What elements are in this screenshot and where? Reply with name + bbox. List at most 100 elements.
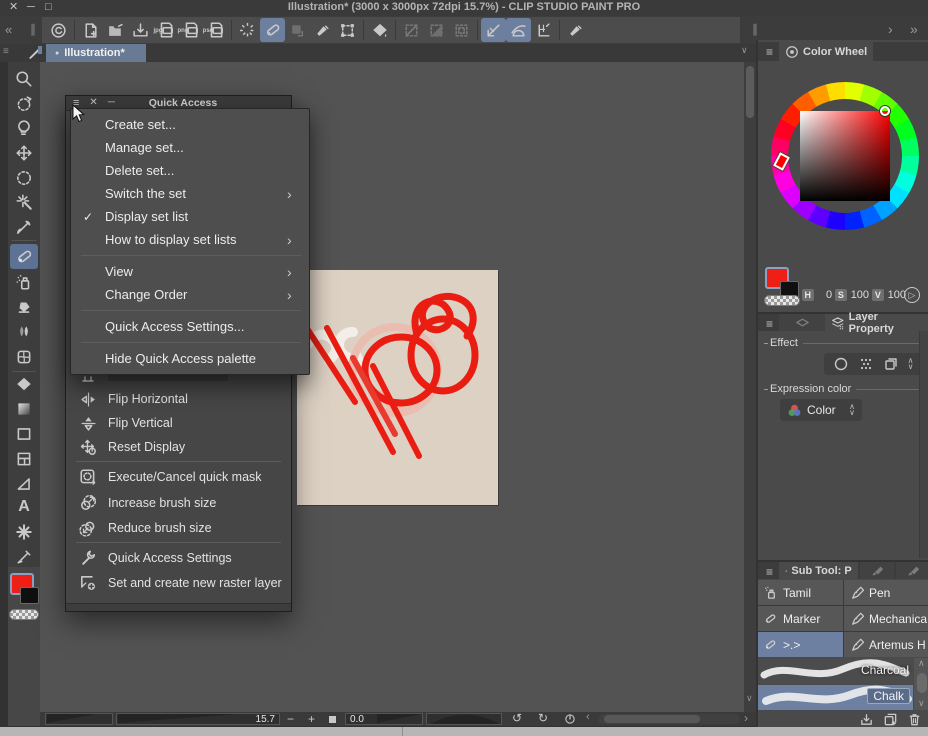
zoom-100-button[interactable] <box>329 716 336 723</box>
subtool-artemus[interactable]: Artemus H <box>844 632 928 657</box>
tab-color-wheel[interactable]: Color Wheel <box>779 42 874 61</box>
layer-color-effect-button[interactable] <box>883 356 899 372</box>
save-button[interactable] <box>128 18 153 42</box>
tool-figure[interactable] <box>15 425 33 443</box>
selection-indicator-button[interactable] <box>285 18 310 42</box>
tool-frame-border[interactable] <box>15 450 33 468</box>
tab-row-menu-icon[interactable]: ≡ <box>3 47 9 57</box>
canvas-vscrollbar[interactable]: ∨ <box>744 62 756 712</box>
tool-polyline[interactable] <box>15 475 33 493</box>
menu-item-qa-settings[interactable]: Quick Access Settings... <box>71 315 309 338</box>
export-jpg-button[interactable]: jpg <box>153 18 178 42</box>
zoom-in-button[interactable]: + <box>308 713 315 725</box>
tool-eyedropper[interactable] <box>15 218 33 236</box>
toolbar-drag-handle-icon[interactable]: ∥ <box>30 23 36 35</box>
sv-marker[interactable] <box>880 106 890 116</box>
menu-item-delete-set[interactable]: Delete set... <box>71 159 309 182</box>
vector-eraser-button[interactable] <box>563 18 588 42</box>
palette-minimize-icon[interactable]: ─ <box>108 98 115 108</box>
tone-effect-button[interactable] <box>858 356 874 372</box>
hscroll-right-icon[interactable]: › <box>744 712 748 724</box>
effect-spinner-icon[interactable]: ∧ ∨ <box>908 357 914 370</box>
menu-item-switch-the-set[interactable]: Switch the set › <box>71 182 309 205</box>
panel-menu-icon[interactable]: ≡ <box>766 318 773 331</box>
subtool-scroll-thumb[interactable] <box>917 673 927 693</box>
reset-rotation-icon[interactable] <box>564 713 576 725</box>
transparent-color-swatch[interactable] <box>9 609 39 620</box>
vscroll-thumb[interactable] <box>746 66 754 118</box>
tab-sub-tool[interactable]: Sub Tool: P <box>779 562 858 579</box>
panel-menu-icon[interactable]: ≡ <box>766 46 773 61</box>
menu-item-change-order[interactable]: Change Order › <box>71 283 309 306</box>
toolbar-overflow-chevrons-icon[interactable]: » <box>910 22 918 36</box>
new-canvas-button[interactable] <box>78 18 103 42</box>
selection-border-button[interactable] <box>449 18 474 42</box>
tab-layer-property[interactable]: Layer Property <box>825 311 928 335</box>
invert-selection-button[interactable] <box>424 18 449 42</box>
brush-row-charcoal[interactable]: Charcoal <box>758 658 913 684</box>
tool-text[interactable]: A <box>15 498 33 516</box>
hscroll-thumb[interactable] <box>604 715 700 723</box>
tab-layer[interactable] <box>779 314 826 331</box>
tool-operation[interactable] <box>15 119 33 137</box>
list-item-flip-vertical[interactable]: Flip Vertical <box>66 411 291 435</box>
tool-balloon[interactable] <box>15 523 33 541</box>
menu-item-view[interactable]: View › <box>71 260 309 283</box>
subtool-mechanical[interactable]: Mechanica <box>844 606 928 631</box>
list-item-increase-brush[interactable]: Increase brush size <box>66 490 291 516</box>
subtool-selected[interactable]: >.> <box>758 632 843 657</box>
subtool-scroll-up-icon[interactable]: ∧ <box>918 659 925 668</box>
canvas-hscrollbar[interactable] <box>598 714 740 724</box>
tool-auto-select[interactable] <box>15 193 33 211</box>
export-psd-button[interactable]: psd <box>203 18 228 42</box>
tool-gradient[interactable] <box>15 400 33 418</box>
redo-button[interactable]: ↻ <box>538 712 548 724</box>
border-effect-button[interactable] <box>833 356 849 372</box>
brush-row-chalk[interactable]: Chalk <box>758 685 913 710</box>
sv-square[interactable] <box>800 111 890 201</box>
vscroll-down-icon[interactable]: ∨ <box>746 694 753 703</box>
deselect-button[interactable] <box>399 18 424 42</box>
toolbar-overflow-chevron-icon[interactable]: › <box>888 22 893 36</box>
list-item-flip-horizontal[interactable]: Flip Horizontal <box>66 387 291 411</box>
delete-sub-tool-button[interactable] <box>907 712 922 727</box>
palette-close-icon[interactable]: ✕ <box>89 98 97 108</box>
snap-to-special-ruler-button[interactable] <box>506 18 531 42</box>
expression-color-dropdown[interactable]: Color ∧ ∨ <box>780 399 862 421</box>
snap-to-grid-button[interactable] <box>531 18 556 42</box>
fill-button[interactable] <box>367 18 392 42</box>
tool-move[interactable] <box>15 144 33 162</box>
hscroll-left-icon[interactable]: ‹ <box>586 712 590 723</box>
tool-selection[interactable] <box>15 169 33 187</box>
open-file-button[interactable] <box>103 18 128 42</box>
tab-sub-tool-2[interactable] <box>859 562 894 579</box>
subtool-pen[interactable]: Pen <box>844 580 928 605</box>
sub-color-swatch[interactable] <box>20 587 39 604</box>
zoom-slider-field[interactable]: 15.7 <box>116 713 280 725</box>
zoom-out-button[interactable]: − <box>287 713 294 725</box>
menu-item-hide-palette[interactable]: Hide Quick Access palette <box>71 347 309 370</box>
subtool-tamil[interactable]: Tamil <box>758 580 843 605</box>
duplicate-sub-tool-button[interactable] <box>883 712 898 727</box>
menu-item-how-to-display[interactable]: How to display set lists › <box>71 228 309 251</box>
tool-liquify[interactable] <box>15 348 33 366</box>
canvas-tab[interactable]: ● Illustration* <box>46 44 146 62</box>
panel-collapse-chevron-icon[interactable]: ∨ <box>741 46 748 55</box>
subtool-marker[interactable]: Marker <box>758 606 843 631</box>
list-item-reduce-brush[interactable]: Reduce brush size <box>66 516 291 540</box>
marker-tool-toolbar-button[interactable] <box>260 18 285 42</box>
navigator-preview[interactable] <box>45 713 113 725</box>
transform-button[interactable] <box>335 18 360 42</box>
toolbar-collapse-icon[interactable]: « <box>5 23 12 36</box>
subtool-scroll-down-icon[interactable]: ∨ <box>918 699 925 708</box>
sub-tool-scrollbar[interactable]: ∧ ∨ <box>914 658 928 710</box>
rotate-slider-field[interactable]: 0.0 <box>345 713 423 725</box>
tab-sub-tool-3[interactable] <box>895 562 928 579</box>
tool-blend[interactable] <box>15 323 33 341</box>
list-item-qa-settings[interactable]: Quick Access Settings <box>66 545 291 571</box>
csp-logo-button[interactable] <box>46 18 71 42</box>
blend-brush-button[interactable] <box>310 18 335 42</box>
menu-item-manage-set[interactable]: Manage set... <box>71 136 309 159</box>
menu-item-display-set-list[interactable]: ✓ Display set list <box>71 205 309 228</box>
toolbar-right-handle-icon[interactable]: ∥ <box>752 23 758 35</box>
